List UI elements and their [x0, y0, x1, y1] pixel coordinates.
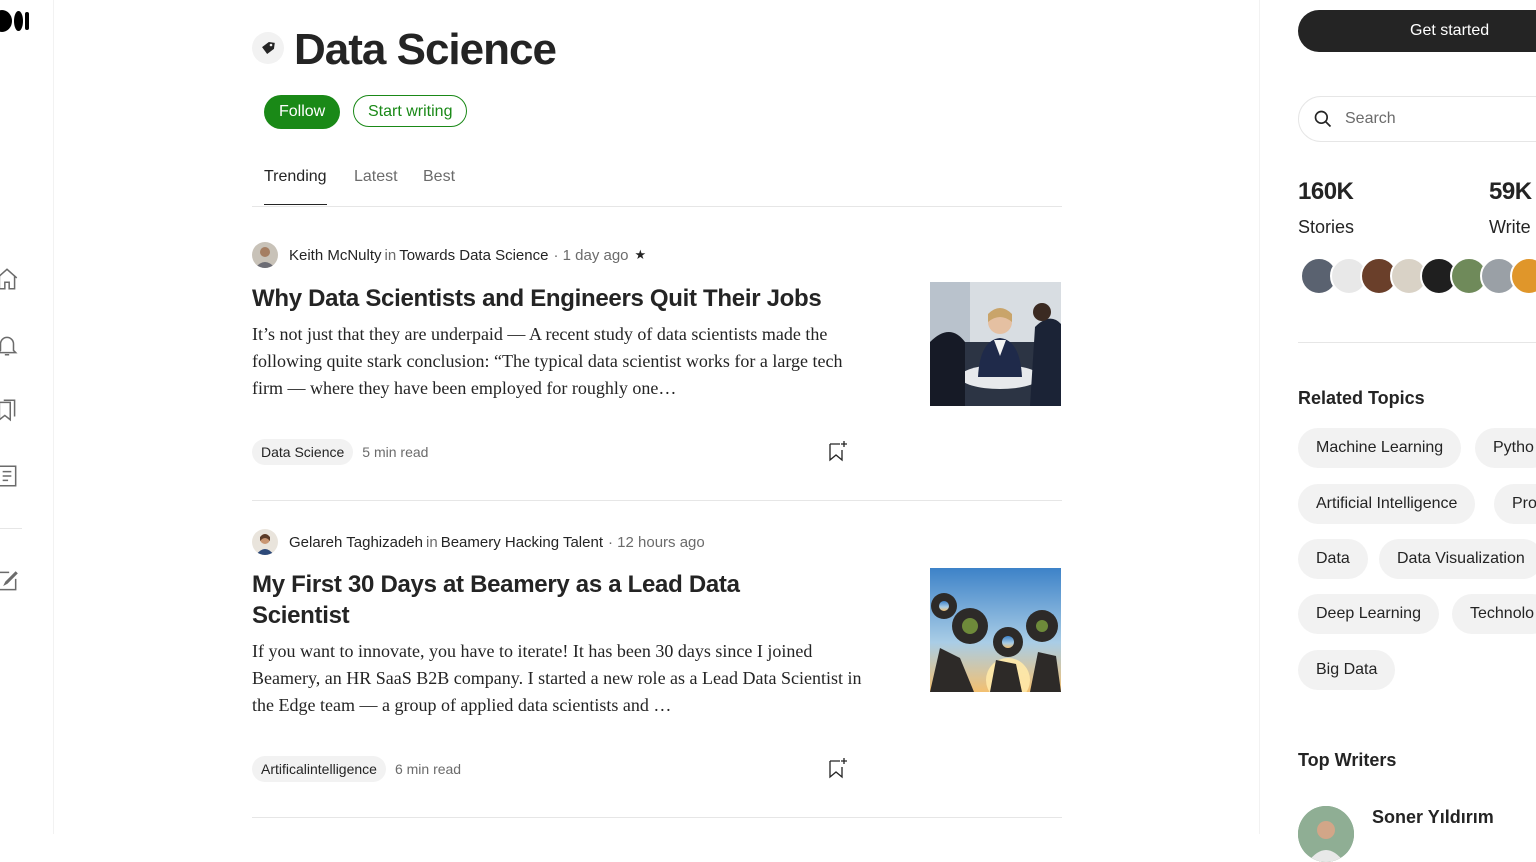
article-card[interactable]: Gelareh Taghizadeh in Beamery Hacking Ta…	[252, 529, 705, 555]
bookmarks-icon[interactable]	[0, 397, 20, 423]
topic-pill[interactable]: Big Data	[1298, 650, 1396, 690]
article-title[interactable]: My First 30 Days at Beamery as a Lead Da…	[252, 569, 812, 631]
tab-best[interactable]: Best	[423, 168, 455, 204]
right-column-border	[1259, 0, 1260, 834]
tab-trending[interactable]: Trending	[264, 168, 327, 205]
medium-logo[interactable]	[0, 10, 29, 32]
stat-writers-count: 59K	[1489, 178, 1532, 205]
search-box[interactable]	[1298, 96, 1536, 142]
publication-name[interactable]: Beamery Hacking Talent	[441, 534, 603, 551]
bookmark-add-icon[interactable]	[826, 756, 850, 780]
topic-chip[interactable]: Artificalintelligence	[252, 756, 386, 782]
post-time: · 1 day ago	[553, 246, 629, 264]
author-name[interactable]: Keith McNulty	[289, 247, 382, 264]
topic-pill[interactable]: Deep Learning	[1298, 594, 1439, 634]
topic-pill[interactable]: Artificial Intelligence	[1298, 484, 1476, 524]
author-avatar[interactable]	[252, 242, 278, 268]
write-icon[interactable]	[0, 568, 20, 594]
article-divider	[252, 500, 1062, 501]
article-footer: Data Science 5 min read	[252, 439, 428, 465]
tag-icon	[252, 32, 284, 64]
article-excerpt[interactable]: If you want to innovate, you have to ite…	[252, 638, 864, 719]
stat-stories-count: 160K	[1298, 178, 1354, 205]
in-label: in	[426, 533, 438, 551]
publication-name[interactable]: Towards Data Science	[399, 247, 548, 264]
rail-divider	[0, 528, 22, 529]
get-started-button[interactable]: Get started	[1298, 10, 1536, 52]
bookmark-add-icon[interactable]	[826, 439, 850, 463]
stat-writers-label: Write	[1489, 217, 1531, 237]
article-title[interactable]: Why Data Scientists and Engineers Quit T…	[252, 283, 862, 314]
in-label: in	[384, 246, 397, 264]
topic-pill[interactable]: Pro	[1494, 484, 1536, 524]
stories-icon[interactable]	[0, 463, 20, 489]
tab-latest[interactable]: Latest	[354, 168, 398, 204]
author-name[interactable]: Gelareh Taghizadeh	[289, 534, 423, 551]
author-avatar[interactable]	[252, 529, 278, 555]
read-time: 5 min read	[362, 444, 429, 460]
topic-pill[interactable]: Data	[1298, 539, 1368, 579]
article-thumbnail[interactable]	[930, 568, 1061, 692]
home-icon[interactable]	[0, 266, 20, 292]
article-footer: Artificalintelligence 6 min read	[252, 756, 461, 782]
stat-stories-label: Stories	[1298, 217, 1355, 237]
related-topics-heading: Related Topics	[1298, 388, 1425, 408]
topic-pill[interactable]: Technolo	[1452, 594, 1536, 634]
member-star-icon: ★	[634, 247, 647, 262]
writer-avatar[interactable]	[1298, 806, 1354, 862]
topic-pill[interactable]: Pytho	[1475, 428, 1536, 468]
top-writers-heading: Top Writers	[1298, 750, 1397, 770]
start-writing-button[interactable]: Start writing	[353, 95, 468, 127]
search-icon	[1314, 110, 1332, 128]
avatar[interactable]	[1510, 257, 1536, 295]
left-rail	[0, 0, 54, 834]
search-input[interactable]	[1343, 109, 1527, 129]
article-card[interactable]: Keith McNulty in Towards Data Science · …	[252, 242, 646, 268]
page-title: Data Science	[294, 25, 557, 74]
topic-pill[interactable]: Data Visualization	[1379, 539, 1536, 579]
article-divider	[252, 817, 1062, 818]
sidebar-divider	[1298, 342, 1536, 343]
feed-tabs: Trending Latest Best	[252, 164, 1062, 207]
article-meta: Gelareh Taghizadeh in Beamery Hacking Ta…	[252, 529, 705, 555]
follow-button[interactable]: Follow	[264, 95, 341, 129]
article-thumbnail[interactable]	[930, 282, 1061, 406]
writer-avatars	[1300, 257, 1536, 295]
read-time: 6 min read	[394, 761, 462, 777]
topic-pill[interactable]: Machine Learning	[1298, 428, 1462, 468]
bell-icon[interactable]	[0, 332, 20, 358]
post-time: · 12 hours ago	[608, 533, 705, 551]
writer-name[interactable]: Soner Yıldırım	[1372, 807, 1494, 828]
article-excerpt[interactable]: It’s not just that they are underpaid — …	[252, 321, 864, 402]
topic-chip[interactable]: Data Science	[252, 439, 354, 465]
article-meta: Keith McNulty in Towards Data Science · …	[252, 242, 646, 268]
